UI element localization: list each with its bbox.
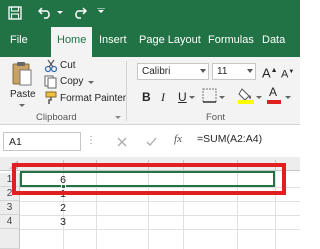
paste-dropdown-icon[interactable] — [19, 104, 25, 107]
fill-color-icon[interactable] — [238, 86, 254, 104]
clipboard-dialog-launcher-icon[interactable] — [115, 116, 121, 119]
font-size-combo[interactable]: 11 — [212, 63, 256, 80]
font-color-glyph: A — [269, 85, 278, 99]
tab-formulas[interactable]: Formulas — [208, 33, 254, 47]
name-box-value: A1 — [9, 136, 22, 148]
copy-button[interactable]: Copy — [60, 76, 83, 88]
cut-button[interactable]: Cut — [60, 60, 76, 72]
copy-dropdown-icon[interactable] — [88, 81, 94, 84]
save-icon[interactable] — [8, 6, 22, 20]
paste-label: Paste — [10, 89, 36, 100]
name-box-handle[interactable]: ⋮ — [86, 135, 96, 146]
increase-font-size-button[interactable]: A▲ — [262, 65, 278, 79]
font-color-dropdown-icon[interactable] — [285, 96, 291, 99]
tab-data[interactable]: Data — [262, 33, 285, 47]
row-header[interactable]: 4 — [0, 215, 20, 229]
formula-bar: A1 ⋮ fx =SUM(A2:A4) — [0, 125, 300, 157]
customize-toolbar-icon[interactable] — [97, 8, 105, 14]
font-color-button[interactable]: A — [267, 85, 281, 105]
font-name-combo[interactable]: Calibri — [137, 63, 209, 80]
gridline — [20, 229, 300, 230]
font-name-dropdown-icon[interactable] — [200, 69, 206, 73]
tab-page-layout[interactable]: Page Layout — [139, 33, 201, 47]
bold-button[interactable]: B — [142, 91, 151, 103]
ribbon-tabs: File Home Insert Page Layout Formulas Da… — [0, 27, 300, 57]
undo-dropdown-icon[interactable] — [57, 11, 63, 15]
enter-icon[interactable] — [146, 137, 157, 147]
decrease-font-size-button[interactable]: A▼ — [281, 66, 294, 81]
tab-insert[interactable]: Insert — [99, 33, 127, 47]
cell-a4[interactable]: 3 — [30, 215, 70, 229]
formula-input[interactable]: =SUM(A2:A4) — [197, 133, 262, 145]
font-size-dropdown-icon[interactable] — [247, 69, 253, 73]
tab-file[interactable]: File — [10, 33, 28, 47]
clipboard-group-label: Clipboard — [36, 112, 77, 123]
format-painter-icon — [45, 91, 57, 104]
scissors-icon — [44, 59, 58, 73]
font-color-swatch — [267, 100, 281, 104]
paste-icon — [12, 62, 32, 86]
ribbon-separator — [126, 61, 127, 121]
underline-dropdown-icon[interactable] — [189, 96, 195, 99]
insert-function-icon[interactable]: fx — [174, 133, 182, 145]
cancel-icon[interactable] — [117, 137, 127, 147]
paste-button[interactable]: Paste — [4, 59, 40, 109]
tab-home[interactable]: Home — [51, 27, 93, 57]
font-name-value: Calibri — [142, 66, 171, 77]
row-header[interactable] — [0, 229, 20, 249]
undo-icon[interactable] — [38, 5, 54, 19]
row-header[interactable]: 3 — [0, 201, 20, 215]
name-box[interactable]: A1 — [3, 132, 81, 151]
borders-icon[interactable] — [202, 88, 218, 104]
redo-icon[interactable] — [71, 5, 87, 19]
format-painter-button[interactable]: Format Painter — [60, 93, 126, 105]
title-bar — [0, 0, 300, 27]
italic-button[interactable]: I — [161, 91, 165, 103]
borders-dropdown-icon[interactable] — [219, 96, 225, 99]
copy-icon — [44, 75, 57, 89]
highlight-box — [12, 163, 286, 195]
underline-button[interactable]: U — [178, 91, 187, 103]
fill-color-dropdown-icon[interactable] — [256, 96, 262, 99]
font-size-value: 11 — [217, 66, 228, 77]
ribbon: Paste Cut Copy Format Painter Clipboard … — [0, 57, 300, 125]
cell-a3[interactable]: 2 — [30, 201, 70, 215]
font-group-label: Font — [206, 112, 226, 123]
